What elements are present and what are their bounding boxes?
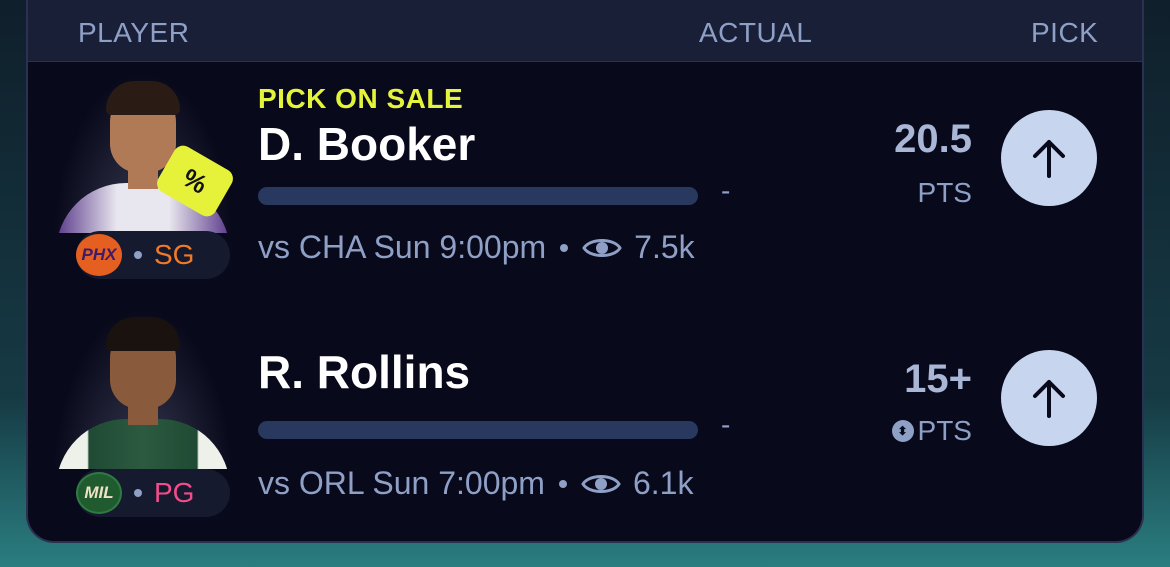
- swap-icon[interactable]: ⬍: [891, 420, 914, 442]
- stat-label: PTS: [917, 177, 972, 208]
- stat-type[interactable]: ⬍ PTS: [891, 415, 972, 447]
- pick-more-button[interactable]: [1001, 110, 1097, 206]
- matchup-text: vs ORL Sun 7:00pm: [258, 465, 545, 501]
- player-name: R. Rollins: [258, 346, 471, 398]
- arrow-up-icon: [1033, 140, 1065, 178]
- stat-label: PTS: [917, 415, 972, 446]
- separator-dot: [134, 489, 142, 497]
- player-row[interactable]: MIL PG R. Rollins - vs ORL Sun 7:00pm 6.…: [28, 305, 1142, 541]
- projection-line: 20.5: [894, 117, 972, 161]
- table-header: PLAYER ACTUAL PICK: [28, 0, 1142, 62]
- eye-icon: [582, 238, 622, 257]
- pick-more-button[interactable]: [1001, 350, 1097, 446]
- separator-dot: [134, 251, 142, 259]
- team-logo: PHX: [76, 234, 122, 276]
- game-info: vs CHA Sun 9:00pm 7.5k: [258, 229, 695, 266]
- player-row[interactable]: % PHX SG PICK ON SALE D. Booker - vs CHA…: [28, 63, 1142, 303]
- header-pick: PICK: [1031, 17, 1099, 48]
- pick-on-sale-label: PICK ON SALE: [258, 83, 464, 114]
- player-photo: [52, 307, 234, 469]
- separator-dot: [560, 243, 569, 252]
- actual-value: -: [721, 409, 731, 440]
- projection-line: 15+: [904, 357, 972, 401]
- team-position-pill: MIL PG: [76, 469, 230, 517]
- team-position-pill: PHX SG: [76, 231, 230, 279]
- actual-value: -: [721, 175, 731, 206]
- game-info: vs ORL Sun 7:00pm 6.1k: [258, 465, 693, 502]
- actual-progress-bar: [258, 421, 698, 439]
- separator-dot: [558, 479, 567, 488]
- team-logo: MIL: [76, 472, 122, 514]
- header-actual: ACTUAL: [699, 17, 813, 48]
- views-count: 7.5k: [634, 229, 695, 265]
- header-player: PLAYER: [78, 17, 190, 48]
- player-name: D. Booker: [258, 118, 476, 170]
- eye-icon: [581, 474, 621, 493]
- matchup-text: vs CHA Sun 9:00pm: [258, 229, 547, 265]
- stat-type: PTS: [918, 177, 972, 209]
- position-label: SG: [154, 239, 195, 270]
- views-count: 6.1k: [632, 465, 694, 501]
- actual-progress-bar: [258, 187, 698, 205]
- arrow-up-icon: [1033, 380, 1065, 418]
- picks-card: PLAYER ACTUAL PICK % PHX SG PICK ON SALE…: [26, 0, 1144, 543]
- position-label: PG: [154, 477, 195, 508]
